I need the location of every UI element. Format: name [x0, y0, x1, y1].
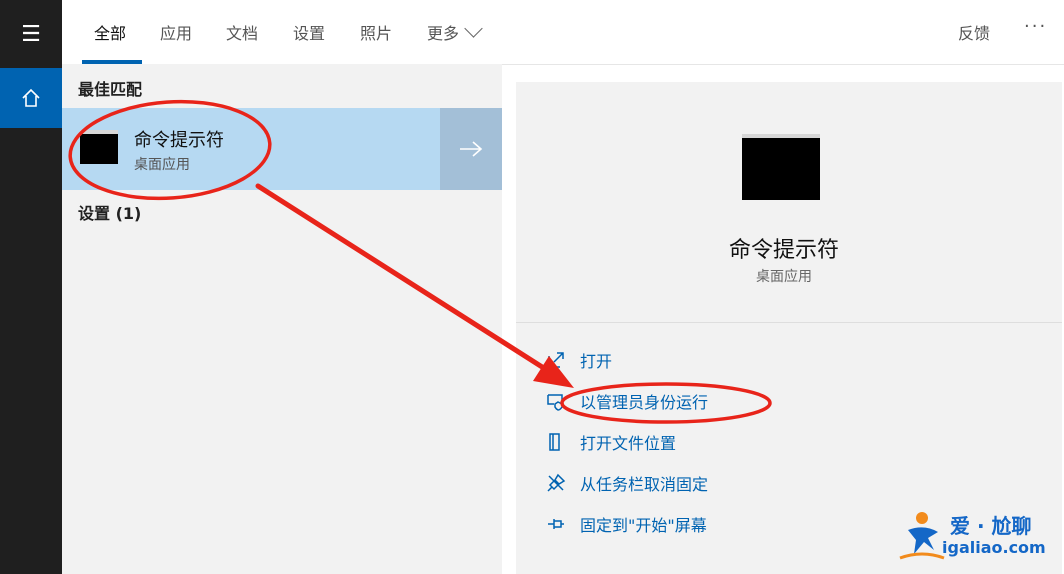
open-icon	[548, 352, 564, 368]
results-list: 最佳匹配 命令提示符 桌面应用 设置 (1)	[62, 64, 502, 574]
tab-apps[interactable]: 应用	[160, 20, 192, 44]
arrow-right-icon	[460, 141, 483, 157]
home-icon	[22, 88, 40, 107]
watermark-url: igaliao.com	[942, 538, 1046, 557]
tab-settings[interactable]: 设置	[293, 20, 325, 44]
tab-bar: 全部 应用 文档 设置 照片 更多 反馈 ···	[62, 0, 1064, 65]
action-pin-start[interactable]: 固定到"开始"屏幕	[546, 512, 707, 536]
action-open-file-location-label: 打开文件位置	[580, 434, 677, 453]
tab-more-label: 更多	[427, 24, 460, 43]
action-open[interactable]: 打开	[546, 348, 612, 372]
pin-icon	[548, 519, 564, 529]
best-match-header: 最佳匹配	[78, 80, 143, 99]
expand-details-button[interactable]	[440, 108, 502, 190]
action-pin-start-label: 固定到"开始"屏幕	[580, 516, 707, 535]
action-unpin-taskbar-label: 从任务栏取消固定	[580, 475, 709, 494]
detail-app-name: 命令提示符	[728, 238, 839, 263]
detail-app-subtitle: 桌面应用	[756, 269, 812, 285]
watermark-title: 爱 · 尬聊	[950, 514, 1032, 538]
action-unpin-taskbar[interactable]: 从任务栏取消固定	[546, 471, 708, 495]
divider	[516, 322, 1062, 323]
action-open-label: 打开	[580, 352, 613, 371]
left-rail: ☰	[0, 0, 62, 574]
best-match-title: 命令提示符	[134, 130, 224, 151]
search-panel: 全部 应用 文档 设置 照片 更多 反馈 ··· 最佳匹配 命令提示符 桌面应用…	[62, 0, 1064, 574]
watermark-logo-icon	[899, 512, 945, 560]
action-open-file-location[interactable]: 打开文件位置	[546, 430, 676, 454]
file-location-icon	[549, 433, 560, 451]
tab-photos[interactable]: 照片	[360, 20, 392, 44]
feedback-button[interactable]: 反馈	[958, 20, 990, 44]
chevron-down-icon	[464, 19, 483, 38]
command-prompt-icon	[80, 130, 118, 164]
tab-all[interactable]: 全部	[94, 20, 126, 44]
tab-more[interactable]: 更多	[427, 19, 483, 44]
action-run-as-admin-label: 以管理员身份运行	[580, 393, 709, 412]
watermark: 爱 · 尬聊 igaliao.com	[898, 508, 1056, 564]
detail-pane: 命令提示符 桌面应用 打开 以管理员身份运行 打开文件位置 从任务栏取消固定 固…	[516, 82, 1062, 574]
best-match-subtitle: 桌面应用	[134, 157, 190, 173]
hamburger-menu-icon[interactable]: ☰	[0, 0, 62, 68]
shield-admin-icon	[547, 394, 563, 411]
settings-header: 设置 (1)	[78, 204, 142, 223]
action-run-as-admin[interactable]: 以管理员身份运行	[546, 389, 708, 413]
more-options-icon[interactable]: ···	[1024, 16, 1047, 37]
unpin-icon	[547, 473, 566, 492]
best-match-item[interactable]: 命令提示符 桌面应用	[62, 108, 440, 190]
command-prompt-large-icon	[742, 134, 820, 200]
home-button[interactable]	[0, 68, 62, 128]
tab-documents[interactable]: 文档	[226, 20, 258, 44]
